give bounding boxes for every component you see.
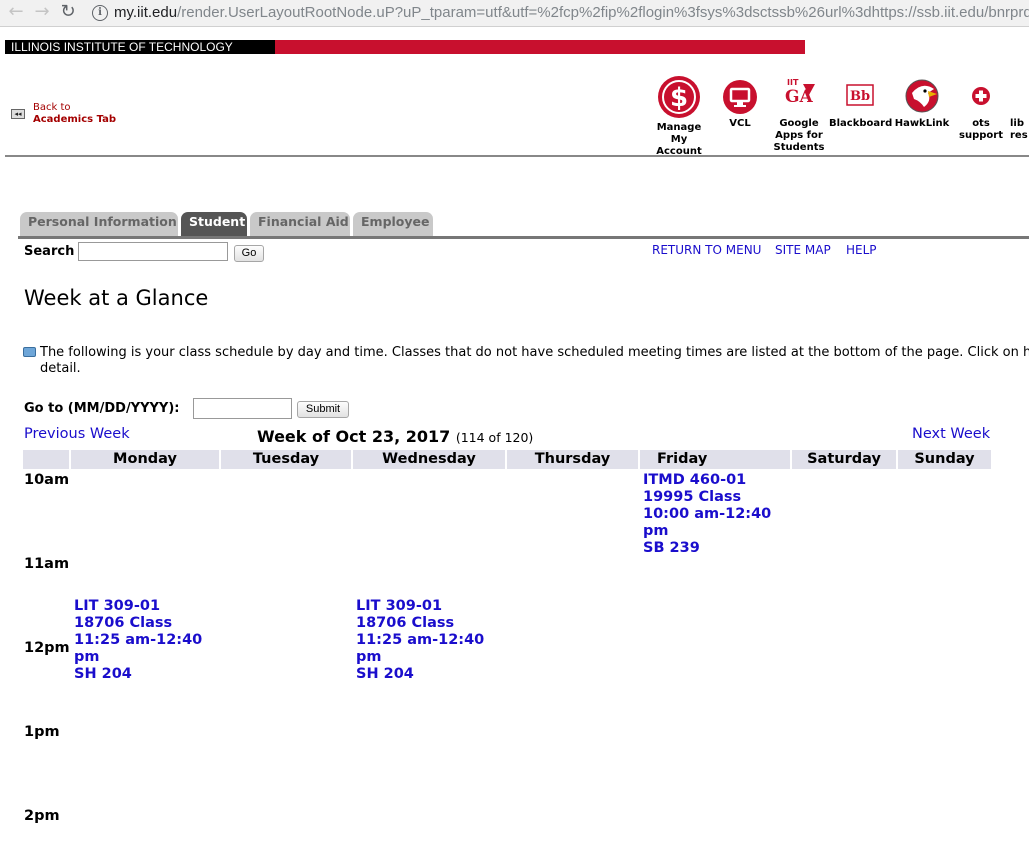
hour-label-12pm: 12pm bbox=[24, 640, 70, 656]
back-link-line2: Academics Tab bbox=[33, 114, 117, 125]
previous-week-link[interactable]: Previous Week bbox=[24, 426, 130, 442]
address-bar[interactable]: my.iit.edu/render.UserLayoutRootNode.uP?… bbox=[114, 4, 1029, 22]
search-go-button[interactable]: Go bbox=[234, 245, 264, 262]
class-event-itmd-460-friday[interactable]: ITMD 460-01 19995 Class 10:00 am-12:40 p… bbox=[643, 472, 771, 557]
quicklink-ots-support[interactable]: ots support bbox=[958, 75, 1004, 142]
info-bubble-icon bbox=[23, 347, 36, 357]
event-crn: 18706 Class bbox=[356, 615, 455, 631]
class-event-lit-309-monday[interactable]: LIT 309-01 18706 Class 11:25 am-12:40 pm… bbox=[74, 598, 202, 683]
day-header-friday: Friday bbox=[640, 450, 790, 469]
event-course: LIT 309-01 bbox=[356, 598, 443, 614]
back-arrow-icon[interactable]: ← bbox=[6, 1, 26, 25]
quicklink-label: Blackboard bbox=[829, 118, 893, 129]
quicklink-label: Manage My Account bbox=[656, 122, 702, 157]
event-time-suffix: pm bbox=[643, 523, 669, 539]
info-message-line1: The following is your class schedule by … bbox=[40, 345, 1029, 360]
tab-student[interactable]: Student bbox=[181, 212, 247, 236]
day-header-wednesday: Wednesday bbox=[353, 450, 505, 469]
event-time-suffix: pm bbox=[74, 649, 100, 665]
event-time: 11:25 am-12:40 bbox=[356, 632, 485, 648]
week-title: Week of Oct 23, 2017 (114 of 120) bbox=[257, 427, 533, 446]
back-link-line1: Back to bbox=[33, 102, 71, 113]
page-title: Week at a Glance bbox=[24, 286, 209, 310]
quicklink-google-apps[interactable]: IIT GA Google Apps for Students bbox=[771, 75, 827, 154]
return-to-menu-link[interactable]: RETURN TO MENU bbox=[652, 243, 761, 257]
quicklink-label: VCL bbox=[729, 118, 751, 129]
goto-submit-button[interactable]: Submit bbox=[297, 401, 349, 418]
day-header-monday: Monday bbox=[71, 450, 219, 469]
info-message: The following is your class schedule by … bbox=[23, 345, 1029, 377]
search-input[interactable] bbox=[78, 242, 228, 261]
goto-date-input[interactable] bbox=[193, 398, 292, 419]
quicklink-library-resources[interactable]: lib res bbox=[1010, 75, 1029, 142]
hawk-icon bbox=[905, 79, 939, 113]
day-header-saturday: Saturday bbox=[792, 450, 896, 469]
event-crn: 19995 Class bbox=[643, 489, 742, 505]
browser-toolbar: ← → ↻ i my.iit.edu/render.UserLayoutRoot… bbox=[0, 0, 1029, 27]
medical-cross-icon bbox=[972, 87, 990, 105]
hour-label-2pm: 2pm bbox=[24, 808, 60, 824]
dollar-icon: $ bbox=[658, 76, 700, 118]
quicklink-manage-my-account[interactable]: $ Manage My Account bbox=[652, 75, 706, 158]
site-info-icon[interactable]: i bbox=[92, 5, 108, 21]
event-room: SH 204 bbox=[74, 666, 132, 682]
grid-header-corner bbox=[23, 450, 69, 469]
rewind-icon: ◂◂ bbox=[11, 109, 25, 119]
blackboard-icon: Bb bbox=[846, 84, 874, 106]
event-course: LIT 309-01 bbox=[74, 598, 161, 614]
next-week-link[interactable]: Next Week bbox=[912, 426, 990, 442]
hour-label-1pm: 1pm bbox=[24, 724, 60, 740]
event-room: SB 239 bbox=[643, 540, 700, 556]
institution-banner: ILLINOIS INSTITUTE OF TECHNOLOGY bbox=[5, 40, 805, 54]
tab-personal-information[interactable]: Personal Information bbox=[20, 212, 178, 236]
forward-arrow-icon[interactable]: → bbox=[32, 1, 52, 25]
svg-text:Bb: Bb bbox=[850, 89, 870, 104]
day-header-thursday: Thursday bbox=[507, 450, 638, 469]
svg-text:IIT: IIT bbox=[787, 78, 799, 87]
library-icon bbox=[1010, 75, 1029, 118]
quicklink-vcl[interactable]: VCL bbox=[720, 75, 760, 130]
tab-financial-aid[interactable]: Financial Aid bbox=[250, 212, 350, 236]
goto-date-label: Go to (MM/DD/YYYY): bbox=[24, 401, 180, 416]
back-to-academics-link[interactable]: ◂◂ Back to Academics Tab bbox=[11, 102, 131, 128]
class-event-lit-309-wednesday[interactable]: LIT 309-01 18706 Class 11:25 am-12:40 pm… bbox=[356, 598, 484, 683]
search-label: Search bbox=[24, 244, 75, 259]
site-map-link[interactable]: SITE MAP bbox=[775, 243, 831, 257]
reload-icon[interactable]: ↻ bbox=[58, 1, 78, 25]
event-room: SH 204 bbox=[356, 666, 414, 682]
url-path: /render.UserLayoutRootNode.uP?uP_tparam=… bbox=[177, 4, 1029, 21]
event-time: 11:25 am-12:40 bbox=[74, 632, 203, 648]
tab-divider bbox=[18, 236, 1029, 239]
info-message-line2: detail. bbox=[40, 361, 81, 376]
help-link[interactable]: HELP bbox=[846, 243, 877, 257]
week-count: (114 of 120) bbox=[455, 430, 534, 445]
google-apps-icon: IIT GA bbox=[785, 78, 815, 107]
url-host: my.iit.edu bbox=[114, 4, 178, 21]
event-course: ITMD 460-01 bbox=[643, 472, 747, 488]
tab-employee[interactable]: Employee bbox=[353, 212, 433, 236]
day-header-sunday: Sunday bbox=[898, 450, 991, 469]
hour-label-10am: 10am bbox=[24, 472, 70, 488]
event-crn: 18706 Class bbox=[74, 615, 173, 631]
institution-name: ILLINOIS INSTITUTE OF TECHNOLOGY bbox=[5, 40, 275, 54]
day-header-tuesday: Tuesday bbox=[221, 450, 351, 469]
quicklink-label: ots support bbox=[959, 118, 1003, 141]
week-title-text: Week of Oct 23, 2017 bbox=[257, 427, 451, 446]
quicklink-label: lib res bbox=[1010, 118, 1028, 141]
hour-label-11am: 11am bbox=[24, 556, 70, 572]
event-time: 10:00 am-12:40 bbox=[643, 506, 772, 522]
quicklink-blackboard[interactable]: Bb Blackboard bbox=[829, 75, 893, 130]
svg-text:$: $ bbox=[670, 83, 688, 113]
quicklink-label: Google Apps for Students bbox=[773, 118, 825, 153]
header-divider bbox=[5, 155, 1029, 157]
quicklink-label: HawkLink bbox=[894, 118, 950, 129]
monitor-icon bbox=[723, 80, 757, 114]
quicklink-hawklink[interactable]: HawkLink bbox=[893, 75, 951, 130]
event-time-suffix: pm bbox=[356, 649, 382, 665]
